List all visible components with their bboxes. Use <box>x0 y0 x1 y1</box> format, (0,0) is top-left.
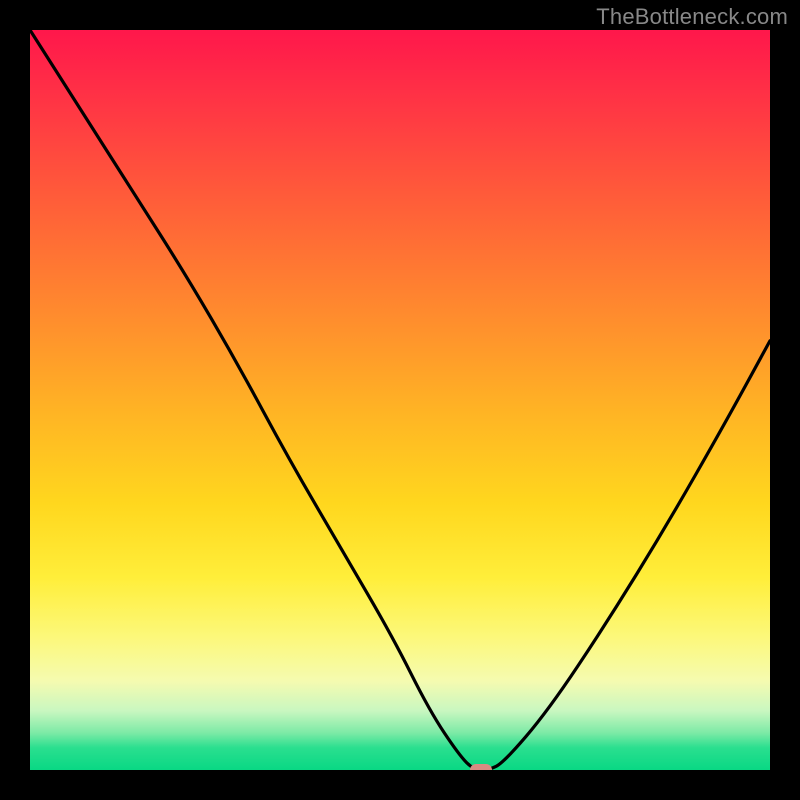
watermark-text: TheBottleneck.com <box>596 4 788 30</box>
chart-frame: TheBottleneck.com <box>0 0 800 800</box>
bottleneck-curve-svg <box>30 30 770 770</box>
bottleneck-curve-path <box>30 30 770 770</box>
optimal-point-marker <box>470 764 492 770</box>
plot-area <box>30 30 770 770</box>
